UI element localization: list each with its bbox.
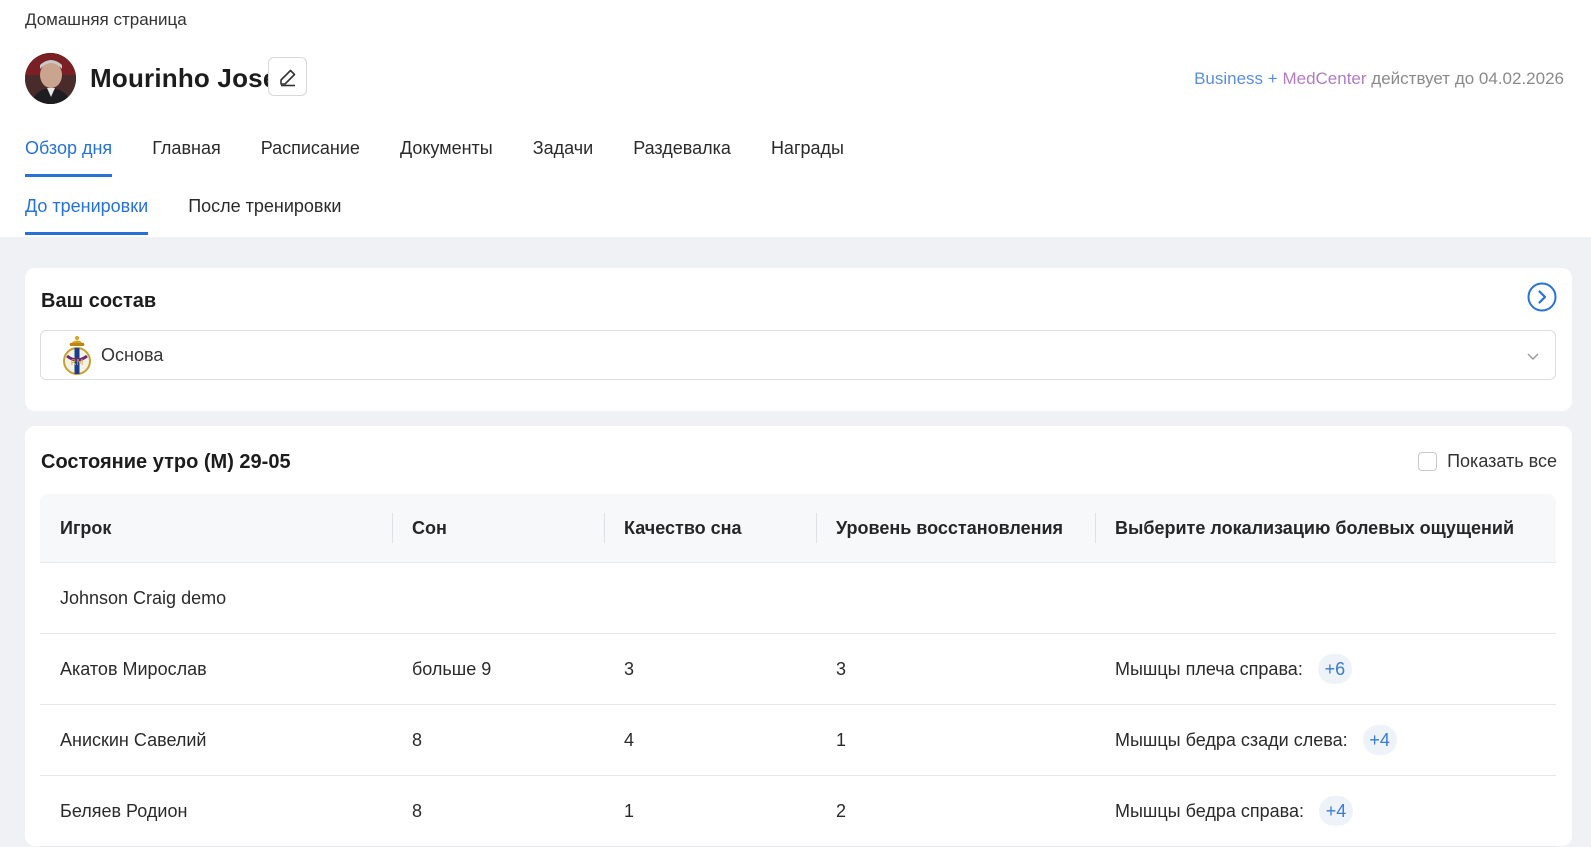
tab-documents[interactable]: Документы [400, 138, 493, 177]
license-info: Business + MedCenter действует до 04.02.… [1194, 69, 1564, 89]
sleep-quality-value: 4 [624, 729, 635, 750]
pain-location: Мышцы плеча справа: +6 [1095, 654, 1556, 684]
tab-tasks[interactable]: Задачи [533, 138, 593, 177]
show-all-toggle[interactable]: Показать все [1418, 451, 1557, 472]
sleep-quality-value: 3 [624, 658, 635, 679]
squad-select[interactable]: RM Основа [40, 330, 1556, 380]
squad-select-value: Основа [101, 344, 164, 365]
more-locations-badge[interactable]: +4 [1319, 796, 1354, 826]
tab-awards[interactable]: Награды [771, 138, 844, 177]
avatar-image [25, 53, 76, 104]
table-row[interactable]: Анискин Савелий 8 4 1 Мышцы бедра сзади … [40, 705, 1556, 776]
player-name: Анискин Савелий [60, 729, 207, 750]
pain-location: Мышцы бедра сзади слева: +4 [1095, 725, 1556, 755]
edit-profile-button[interactable] [268, 57, 307, 96]
table-row[interactable]: Беляев Родион 8 1 2 Мышцы бедра справа: … [40, 776, 1556, 847]
show-all-checkbox[interactable] [1418, 452, 1438, 471]
sleep-quality-value: 1 [624, 800, 635, 821]
squad-title: Ваш состав [41, 290, 157, 312]
more-locations-badge[interactable]: +4 [1362, 725, 1397, 755]
chevron-right-circle-icon [1527, 282, 1557, 312]
sleep-value: больше 9 [412, 658, 492, 679]
user-name: Mourinho José [90, 63, 278, 93]
pain-location: Мышцы бедра справа: +4 [1095, 796, 1556, 826]
state-table: Игрок Сон Качество сна Уровень восстанов… [40, 494, 1556, 847]
license-plan-medcenter: MedCenter [1282, 69, 1367, 88]
club-crest-icon: RM [63, 336, 91, 375]
squad-card: Ваш состав RM Основа [25, 268, 1572, 411]
breadcrumb[interactable]: Домашняя страница [25, 10, 187, 30]
recovery-value: 2 [836, 800, 847, 821]
avatar[interactable] [25, 53, 76, 104]
license-plan-business: Business [1194, 69, 1264, 88]
column-header-recovery[interactable]: Уровень восстановления [816, 512, 1095, 543]
recovery-value: 1 [836, 729, 847, 750]
tab-day-overview[interactable]: Обзор дня [25, 138, 113, 177]
subtab-before-training[interactable]: До тренировки [25, 196, 149, 235]
svg-text:RM: RM [71, 358, 84, 367]
recovery-value: 3 [836, 658, 847, 679]
pain-location-text: Мышцы бедра сзади слева: [1115, 729, 1348, 750]
pain-location-text: Мышцы плеча справа: [1115, 658, 1303, 679]
license-valid-until: действует до 04.02.2026 [1371, 69, 1564, 88]
table-row[interactable]: Акатов Мирослав больше 9 3 3 Мышцы плеча… [40, 634, 1556, 705]
state-title: Состояние утро (М) 29-05 [41, 451, 291, 473]
player-name: Акатов Мирослав [60, 658, 207, 679]
pencil-icon [279, 69, 295, 86]
column-header-pain-location[interactable]: Выберите локализацию болевых ощущений [1095, 512, 1556, 543]
main-tabs: Обзор дня Главная Расписание Документы З… [25, 138, 844, 177]
chevron-down-icon [1527, 353, 1539, 360]
player-name: Johnson Craig demo [60, 587, 227, 608]
sub-tabs: До тренировки После тренировки [25, 196, 341, 235]
tab-schedule[interactable]: Расписание [261, 138, 360, 177]
player-name: Беляев Родион [60, 800, 188, 821]
license-plus: + [1267, 69, 1278, 88]
page-header: Домашняя страница Mourinho José Business… [0, 0, 1591, 237]
open-squad-button[interactable] [1527, 282, 1557, 312]
subtab-after-training[interactable]: После тренировки [188, 196, 341, 235]
column-header-player[interactable]: Игрок [40, 518, 392, 539]
show-all-label: Показать все [1447, 451, 1557, 471]
state-card: Состояние утро (М) 29-05 Показать все Иг… [25, 426, 1572, 847]
table-header: Игрок Сон Качество сна Уровень восстанов… [40, 494, 1556, 563]
sleep-value: 8 [412, 729, 423, 750]
pain-location-text: Мышцы бедра справа: [1115, 800, 1305, 821]
sleep-value: 8 [412, 800, 423, 821]
more-locations-badge[interactable]: +6 [1317, 654, 1352, 684]
column-header-sleep[interactable]: Сон [392, 512, 604, 543]
tab-main[interactable]: Главная [152, 138, 221, 177]
column-header-sleep-quality[interactable]: Качество сна [604, 512, 816, 543]
table-row[interactable]: Johnson Craig demo [40, 563, 1556, 634]
tab-locker-room[interactable]: Раздевалка [633, 138, 731, 177]
